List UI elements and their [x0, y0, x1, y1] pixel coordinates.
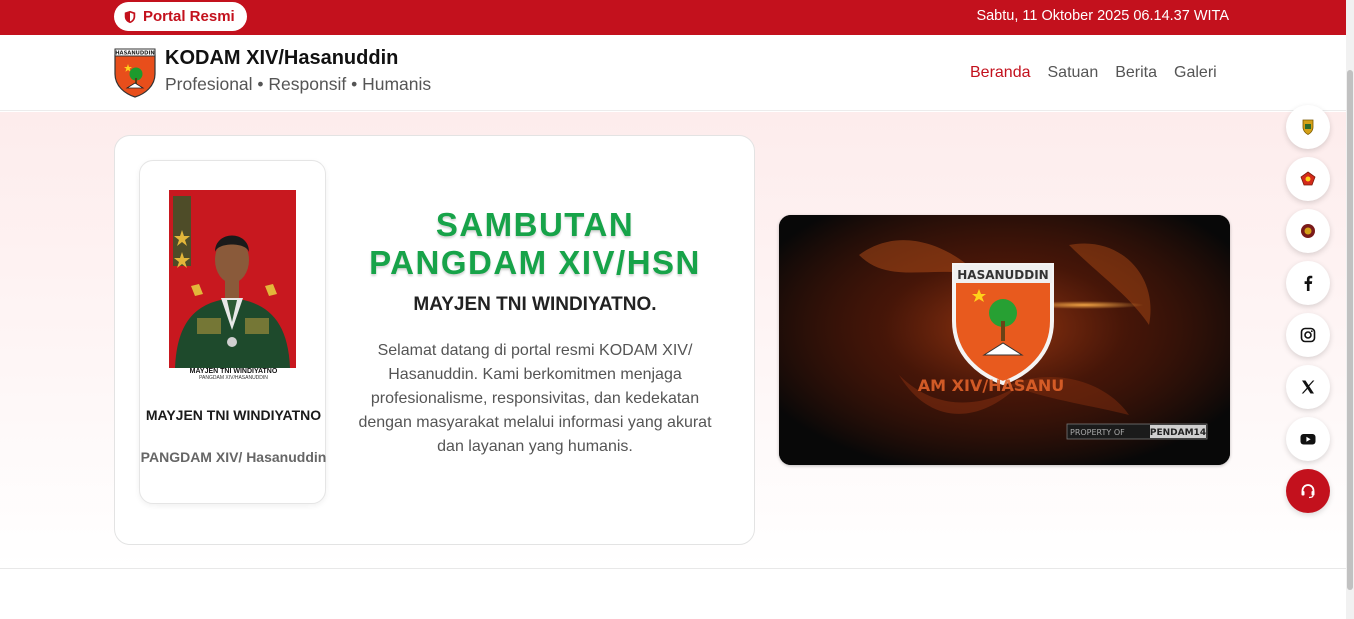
nav-item-beranda[interactable]: Beranda — [970, 64, 1031, 82]
youtube-icon — [1300, 434, 1316, 445]
main-nav: Beranda Satuan Berita Galeri — [970, 64, 1217, 82]
scrollbar-thumb[interactable] — [1347, 70, 1353, 590]
photo-caption-rank: PANGDAM XIV/HASANUDDIN — [199, 375, 268, 381]
x-button[interactable] — [1286, 365, 1330, 409]
logo-text: HASANUDDIN — [115, 51, 155, 57]
photo-caption-name: MAYJEN TNI WINDIYATNO — [189, 368, 278, 375]
portal-label: Portal Resmi — [143, 8, 235, 25]
greeting-heading: SAMBUTAN PANGDAM XIV/HSN — [369, 206, 701, 281]
datetime: Sabtu, 11 Oktober 2025 06.14.37 WITA — [976, 8, 1229, 24]
x-icon — [1301, 380, 1315, 394]
site-header: HASANUDDIN KODAM XIV/Hasanuddin Profesio… — [0, 35, 1346, 111]
profile-card: MAYJEN TNI WINDIYATNO PANGDAM XIV/HASANU… — [139, 160, 326, 504]
nav-item-galeri[interactable]: Galeri — [1174, 64, 1217, 82]
emblem-red-button[interactable] — [1286, 157, 1330, 201]
emblem-maroon-button[interactable] — [1286, 209, 1330, 253]
profile-rank: PANGDAM XIV/ Hasanuddin — [140, 449, 327, 465]
facebook-icon — [1304, 275, 1313, 291]
video-emblem-text: HASANUDDIN — [957, 268, 1048, 282]
profile-name: MAYJEN TNI WINDIYATNO — [145, 407, 322, 423]
watermark-prefix: PROPERTY OF — [1070, 428, 1125, 437]
emblem-maroon-icon — [1301, 224, 1315, 238]
welcome-text: Selamat datang di portal resmi KODAM XIV… — [358, 342, 712, 455]
instagram-icon — [1300, 327, 1316, 343]
photo-caption: MAYJEN TNI WINDIYATNO PANGDAM XIV/HASANU… — [158, 368, 309, 381]
site-tagline: Profesional • Responsif • Humanis — [165, 74, 432, 94]
shield-icon — [124, 10, 136, 23]
youtube-button[interactable] — [1286, 417, 1330, 461]
nav-item-satuan[interactable]: Satuan — [1048, 64, 1099, 82]
nav-item-berita[interactable]: Berita — [1115, 64, 1157, 82]
video-overlay-text: AM XIV/HASANU — [918, 376, 1064, 395]
hero-section: MAYJEN TNI WINDIYATNO PANGDAM XIV/HASANU… — [0, 112, 1346, 569]
profile-video[interactable]: HASANUDDIN AM XIV/HASANU PROPERTY OF PEN… — [779, 215, 1230, 465]
greeting-subheading: MAYJEN TNI WINDIYATNO. — [413, 294, 657, 315]
portal-badge: Portal Resmi — [114, 2, 247, 31]
help-button[interactable] — [1286, 469, 1330, 513]
watermark-brand: PENDAM14 — [1150, 428, 1206, 438]
kodam-logo[interactable]: HASANUDDIN — [114, 48, 156, 98]
top-bar: Portal Resmi Sabtu, 11 Oktober 2025 06.1… — [0, 0, 1346, 35]
site-title[interactable]: KODAM XIV/Hasanuddin — [165, 47, 398, 70]
emblem-gold-icon — [1302, 119, 1314, 135]
emblem-red-icon — [1300, 171, 1316, 186]
greeting-card: MAYJEN TNI WINDIYATNO PANGDAM XIV/HASANU… — [114, 135, 755, 545]
emblem-gold-button[interactable] — [1286, 105, 1330, 149]
headset-icon — [1301, 484, 1315, 499]
facebook-button[interactable] — [1286, 261, 1330, 305]
commander-photo — [169, 190, 296, 368]
instagram-button[interactable] — [1286, 313, 1330, 357]
